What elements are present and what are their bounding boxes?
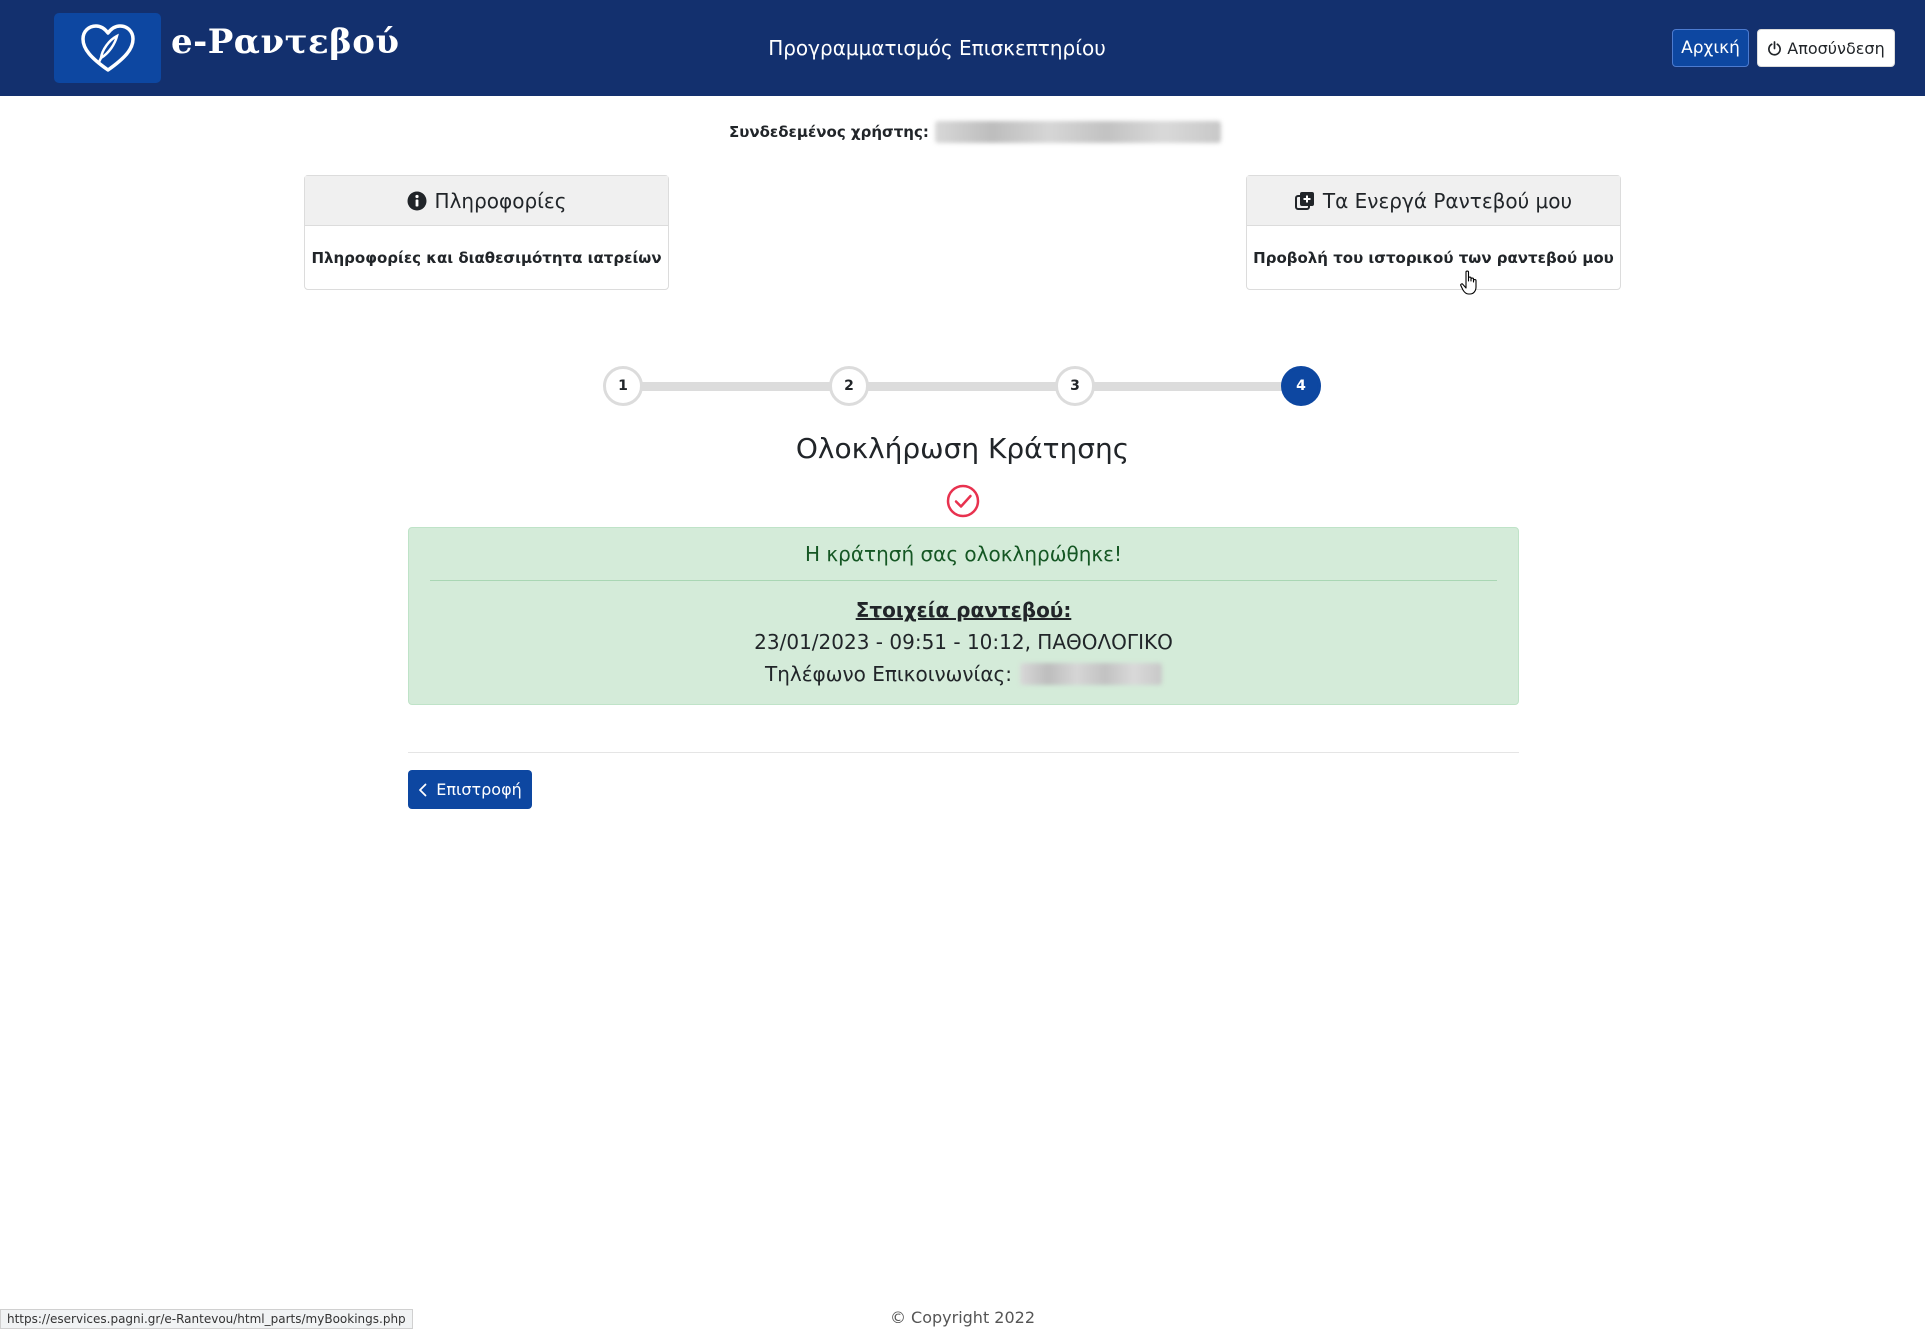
appointment-details: 23/01/2023 - 09:51 - 10:12, ΠΑΘΟΛΟΓΙΚΟ xyxy=(754,630,1173,654)
booking-success-alert: Η κράτησή σας ολοκληρώθηκε! Στοιχεία ραν… xyxy=(408,527,1519,705)
hand-cursor-icon xyxy=(1460,270,1480,300)
logout-button-label: Αποσύνδεση xyxy=(1787,38,1885,58)
power-icon xyxy=(1768,40,1782,56)
alert-title: Η κράτησή σας ολοκληρώθηκε! xyxy=(804,542,1123,566)
info-card-header: Πληροφορίες xyxy=(305,176,668,226)
step-1: 1 xyxy=(603,366,643,406)
info-card-body[interactable]: Πληροφορίες και διαθεσιμότητα ιατρείων xyxy=(305,226,668,290)
home-button[interactable]: Αρχική xyxy=(1672,29,1749,67)
stepper-line-2 xyxy=(868,382,1060,391)
redacted-phone xyxy=(1020,663,1162,685)
active-appointments-card-title: Τα Ενεργά Ραντεβού μου xyxy=(1322,188,1573,213)
top-navbar: e-Ραντεβού Προγραμματισμός Επισκεπτηρίου… xyxy=(0,0,1925,96)
alert-divider xyxy=(430,580,1497,581)
back-button[interactable]: Επιστροφή xyxy=(408,770,532,809)
content-divider xyxy=(408,752,1519,753)
info-card[interactable]: Πληροφορίες Πληροφορίες και διαθεσιμότητ… xyxy=(304,175,669,290)
active-appointments-card-header: Τα Ενεργά Ραντεβού μου xyxy=(1247,176,1620,226)
info-circle-icon xyxy=(407,191,427,210)
browser-status-bar: https://eservices.pagni.gr/e-Rantevou/ht… xyxy=(0,1309,413,1329)
stepper-line-1 xyxy=(642,382,834,391)
redacted-username xyxy=(934,121,1221,143)
active-appointments-card-body[interactable]: Προβολή του ιστορικού των ραντεβού μου xyxy=(1247,226,1620,290)
contact-phone-row: Τηλέφωνο Επικοινωνίας: xyxy=(409,662,1518,686)
chevron-left-icon xyxy=(419,783,427,796)
check-circle-icon xyxy=(946,484,980,522)
active-appointments-card[interactable]: Τα Ενεργά Ραντεβού μου Προβολή του ιστορ… xyxy=(1246,175,1621,290)
back-button-label: Επιστροφή xyxy=(436,780,522,799)
step-2: 2 xyxy=(829,366,869,406)
home-button-label: Αρχική xyxy=(1681,38,1740,58)
stepper-line-3 xyxy=(1094,382,1286,391)
logged-in-user-label: Συνδεδεμένος χρήστης: xyxy=(729,123,929,141)
logout-button[interactable]: Αποσύνδεση xyxy=(1757,29,1895,67)
section-title: Ολοκλήρωση Κράτησης xyxy=(795,432,1130,465)
add-copy-icon xyxy=(1294,191,1314,210)
info-card-title: Πληροφορίες xyxy=(434,188,567,213)
contact-phone-label: Τηλέφωνο Επικοινωνίας: xyxy=(764,662,1012,686)
page-header-title: Προγραμματισμός Επισκεπτηρίου xyxy=(768,36,1106,60)
step-4: 4 xyxy=(1281,366,1321,406)
appointment-details-heading: Στοιχεία ραντεβού: xyxy=(855,598,1072,622)
logged-in-user: Συνδεδεμένος χρήστης: xyxy=(729,120,1221,144)
step-3: 3 xyxy=(1055,366,1095,406)
